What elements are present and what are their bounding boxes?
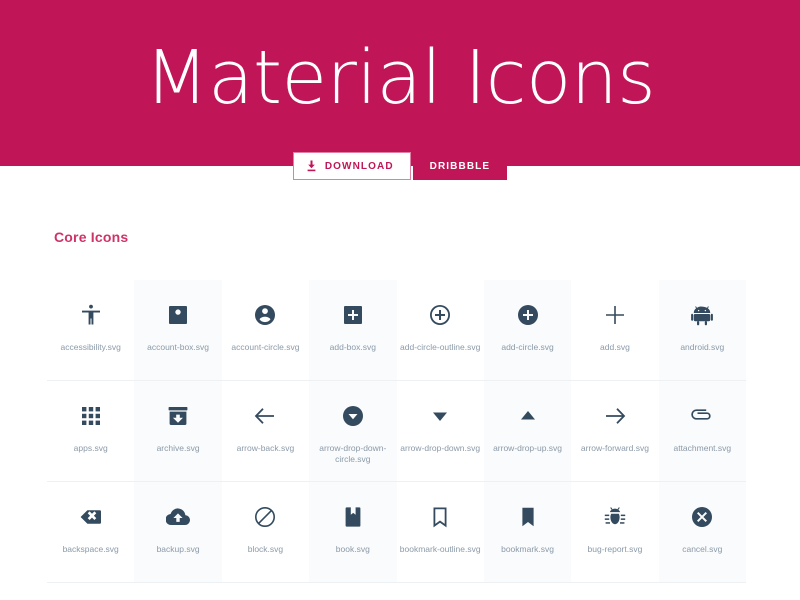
icon-cell-account-circle[interactable]: account-circle.svg <box>222 280 309 380</box>
icon-cell-add-circle-outline[interactable]: add-circle-outline.svg <box>397 280 484 380</box>
icon-label: add.svg <box>600 342 630 352</box>
section-title-core-icons: Core Icons <box>54 229 129 245</box>
icon-label: book.svg <box>335 544 370 554</box>
arrow-drop-down-circle-icon <box>340 403 366 429</box>
icon-cell-arrow-back[interactable]: arrow-back.svg <box>222 381 309 481</box>
icon-label: arrow-back.svg <box>236 443 295 453</box>
icon-cell-attachment[interactable]: attachment.svg <box>658 381 746 481</box>
account-circle-icon <box>252 302 278 328</box>
icon-cell-arrow-forward[interactable]: arrow-forward.svg <box>571 381 658 481</box>
download-button[interactable]: DOWNLOAD <box>292 152 411 180</box>
icon-cell-bookmark[interactable]: bookmark.svg <box>483 482 572 582</box>
add-icon <box>602 302 628 328</box>
icon-label: archive.svg <box>156 443 200 453</box>
icon-label: bookmark.svg <box>501 544 555 554</box>
account-box-icon <box>165 302 191 328</box>
icon-cell-arrow-drop-down-circle[interactable]: arrow-drop-down-circle.svg <box>309 381 397 481</box>
icon-label: account-box.svg <box>147 342 210 352</box>
archive-icon <box>165 403 191 429</box>
icon-cell-bug-report[interactable]: bug-report.svg <box>571 482 658 582</box>
book-icon <box>340 504 366 530</box>
backup-icon <box>165 504 191 530</box>
page-title: Material Icons <box>144 35 656 121</box>
icon-label: apps.svg <box>73 443 108 453</box>
icon-cell-android[interactable]: android.svg <box>658 280 746 380</box>
android-icon <box>689 302 715 328</box>
icon-cell-backup[interactable]: backup.svg <box>134 482 222 582</box>
icon-label: arrow-drop-up.svg <box>493 443 563 453</box>
icon-label: arrow-forward.svg <box>580 443 649 453</box>
icon-cell-backspace[interactable]: backspace.svg <box>47 482 134 582</box>
icon-cell-add-circle[interactable]: add-circle.svg <box>483 280 572 380</box>
hero-banner: Material Icons <box>0 0 800 166</box>
add-circle-icon <box>515 302 541 328</box>
icon-cell-archive[interactable]: archive.svg <box>134 381 222 481</box>
page-root: Material Icons DOWNLOAD DRIBBBLE Core Ic… <box>0 0 800 600</box>
add-box-icon <box>340 302 366 328</box>
icon-label: add-circle-outline.svg <box>400 342 481 352</box>
arrow-forward-icon <box>602 403 628 429</box>
cancel-icon <box>689 504 715 530</box>
icon-cell-bookmark-outline[interactable]: bookmark-outline.svg <box>397 482 484 582</box>
icon-cell-apps[interactable]: apps.svg <box>47 381 134 481</box>
icon-label: bookmark-outline.svg <box>399 544 481 554</box>
accessibility-icon <box>78 302 104 328</box>
icon-label: arrow-drop-down.svg <box>400 443 481 453</box>
icon-cell-block[interactable]: block.svg <box>222 482 309 582</box>
icon-cell-book[interactable]: book.svg <box>309 482 397 582</box>
icon-label: add-circle.svg <box>501 342 554 352</box>
icon-grid: accessibility.svg account-box.svg accoun… <box>47 280 746 583</box>
icon-grid-row: backspace.svg backup.svg block.svg book.… <box>47 482 746 583</box>
icon-label: block.svg <box>247 544 284 554</box>
icon-label: cancel.svg <box>682 544 723 554</box>
arrow-drop-up-icon <box>515 403 541 429</box>
icon-cell-account-box[interactable]: account-box.svg <box>134 280 222 380</box>
icon-label: bug-report.svg <box>587 544 643 554</box>
icon-grid-row: apps.svg archive.svg arrow-back.svg arro… <box>47 381 746 482</box>
arrow-drop-down-icon <box>427 403 453 429</box>
icon-label: arrow-drop-down-circle.svg <box>319 443 387 464</box>
download-button-label: DOWNLOAD <box>324 160 394 172</box>
icon-label: backup.svg <box>156 544 200 554</box>
hero-button-row: DOWNLOAD DRIBBBLE <box>0 152 800 180</box>
icon-cell-cancel[interactable]: cancel.svg <box>658 482 746 582</box>
icon-cell-arrow-drop-down[interactable]: arrow-drop-down.svg <box>397 381 484 481</box>
bookmark-outline-icon <box>427 504 453 530</box>
icon-label: attachment.svg <box>673 443 732 453</box>
bookmark-icon <box>515 504 541 530</box>
attachment-icon <box>689 403 715 429</box>
bug-report-icon <box>602 504 628 530</box>
backspace-icon <box>78 504 104 530</box>
arrow-back-icon <box>252 403 278 429</box>
icon-label: accessibility.svg <box>60 342 121 352</box>
icon-label: add-box.svg <box>329 342 376 352</box>
icon-label: backspace.svg <box>62 544 119 554</box>
add-circle-outline-icon <box>427 302 453 328</box>
icon-cell-arrow-drop-up[interactable]: arrow-drop-up.svg <box>483 381 572 481</box>
icon-label: account-circle.svg <box>231 342 300 352</box>
icon-cell-add-box[interactable]: add-box.svg <box>309 280 397 380</box>
apps-icon <box>78 403 104 429</box>
block-icon <box>252 504 278 530</box>
icon-label: android.svg <box>680 342 725 352</box>
icon-cell-accessibility[interactable]: accessibility.svg <box>47 280 134 380</box>
download-icon <box>306 160 317 172</box>
dribbble-button-label: DRIBBBLE <box>429 160 491 172</box>
icon-grid-row: accessibility.svg account-box.svg accoun… <box>47 280 746 381</box>
dribbble-button[interactable]: DRIBBBLE <box>412 152 508 180</box>
icon-cell-add[interactable]: add.svg <box>571 280 658 380</box>
